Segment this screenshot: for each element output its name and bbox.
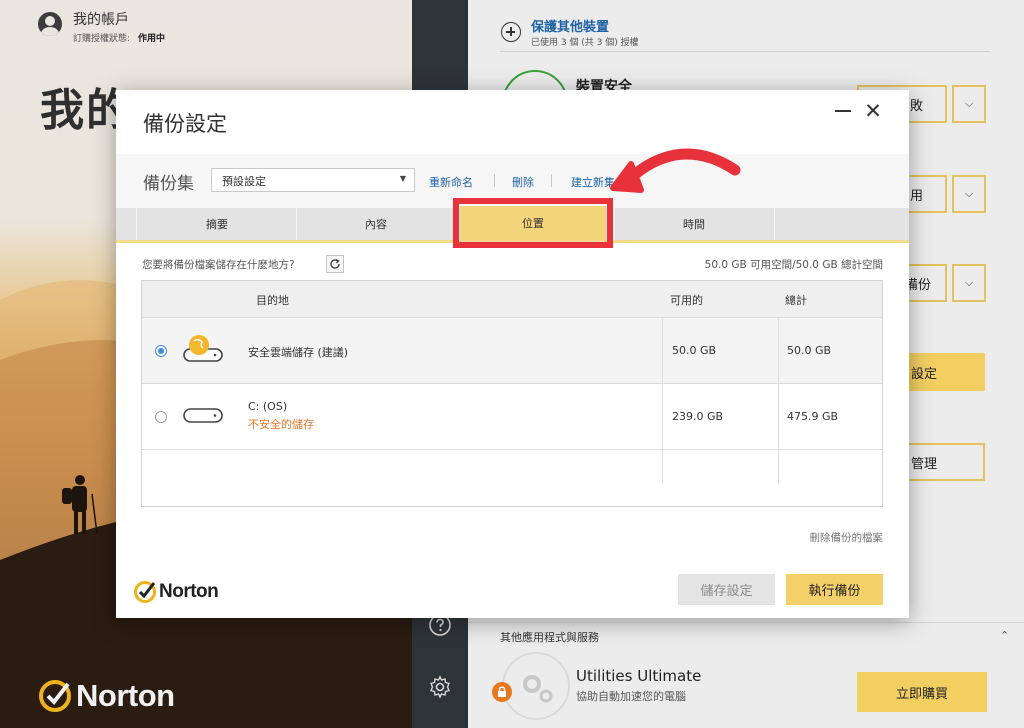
norton-logo: Norton (133, 577, 219, 607)
radio-unselected[interactable] (155, 411, 167, 423)
run-backup-button[interactable]: 執行備份 (786, 574, 883, 605)
utilities-icon-ring (502, 652, 570, 720)
storage-question: 您要將備份檔案儲存在什麼地方? (142, 259, 295, 271)
rename-link[interactable]: 重新命名 (429, 174, 473, 190)
utilities-title: Utilities Ultimate (576, 667, 702, 685)
available-space: 50.0 GB (672, 344, 717, 357)
caret-down-icon: ▼ (399, 174, 406, 183)
other-apps-heading: 其他應用程式與服務 (500, 631, 599, 644)
cloud-drive-icon (183, 335, 223, 362)
backup-set-select[interactable]: 預設設定 ▼ (211, 168, 415, 192)
norton-check-icon (39, 680, 71, 712)
space-summary: 50.0 GB 可用空間/50.0 GB 總計空間 (704, 259, 883, 271)
column-separator (778, 317, 779, 483)
link-separator (494, 174, 495, 187)
protect-other-devices-link[interactable]: 保護其他裝置 (531, 16, 609, 35)
backup-set-value: 預設設定 (222, 175, 266, 188)
norton-check-icon (134, 581, 156, 603)
table-row[interactable]: C: (OS) 不安全的儲存 239.0 GB 475.9 GB (142, 383, 882, 449)
refresh-icon[interactable] (326, 255, 344, 273)
backup-set-label: 備份集 (143, 174, 194, 194)
insecure-storage-warning: 不安全的儲存 (248, 418, 314, 431)
account-title[interactable]: 我的帳戶 (73, 9, 129, 29)
total-space: 475.9 GB (787, 410, 839, 423)
chevron-up-icon[interactable]: ⌃ (1000, 629, 1009, 642)
save-settings-button[interactable]: 儲存設定 (678, 574, 775, 605)
norton-wordmark: Norton (159, 581, 219, 602)
tab-contents[interactable]: 內容 (296, 208, 456, 240)
column-total: 總計 (785, 294, 807, 307)
destination-table: 目的地 可用的 總計 安全雲端儲存 (建議) 50.0 GB 50.0 GB C… (141, 280, 883, 507)
buy-now-button[interactable]: 立即購買 (857, 672, 987, 712)
gear-icon[interactable] (428, 675, 452, 699)
available-space: 239.0 GB (672, 410, 724, 423)
close-icon[interactable]: ✕ (861, 99, 885, 123)
tab-time[interactable]: 時間 (614, 208, 774, 240)
total-space: 50.0 GB (787, 344, 832, 357)
chevron-down-icon[interactable]: ⌵ (952, 85, 986, 123)
annotation-arrow (610, 148, 741, 193)
divider (500, 51, 990, 52)
hard-drive-icon (183, 408, 223, 423)
table-empty-row (142, 449, 882, 506)
tab-separator (136, 208, 137, 240)
norton-wordmark: Norton (76, 678, 175, 713)
dialog-title: 備份設定 (143, 112, 227, 136)
gears-icon (523, 675, 553, 703)
lock-icon (492, 682, 512, 702)
tab-summary[interactable]: 摘要 (136, 208, 298, 240)
destination-name: 安全雲端儲存 (建議) (248, 346, 349, 359)
delete-backed-up-files-link[interactable]: 刪除備份的檔案 (810, 530, 884, 545)
delete-link[interactable]: 刪除 (512, 174, 534, 190)
norton-logo: Norton (38, 674, 175, 718)
column-destination: 目的地 (256, 294, 289, 307)
link-separator (551, 174, 552, 187)
chevron-down-icon[interactable]: ⌵ (952, 264, 986, 302)
plus-circle-icon[interactable] (501, 22, 521, 42)
backup-settings-dialog: 備份設定 ✕ 備份集 預設設定 ▼ 重新命名 刪除 建立新集 摘要 內容 時間 … (116, 90, 909, 618)
table-row[interactable]: 安全雲端儲存 (建議) 50.0 GB 50.0 GB (142, 317, 882, 383)
column-available: 可用的 (670, 294, 703, 307)
column-separator (662, 317, 663, 483)
annotation-highlight-box (453, 198, 613, 248)
subscription-status: 訂購授權狀態: 作用中 (73, 34, 166, 44)
tab-separator (774, 208, 775, 240)
table-header (142, 281, 882, 317)
license-usage-text: 已使用 3 個 (共 3 個) 授權 (531, 38, 639, 48)
minimize-bar (835, 110, 851, 112)
radio-selected[interactable] (155, 345, 167, 357)
destination-name: C: (OS) (248, 400, 288, 413)
utilities-description: 協助自動加速您的電腦 (576, 690, 686, 703)
divider (468, 622, 1024, 623)
chevron-down-icon[interactable]: ⌵ (952, 175, 986, 213)
user-icon[interactable] (38, 12, 62, 36)
